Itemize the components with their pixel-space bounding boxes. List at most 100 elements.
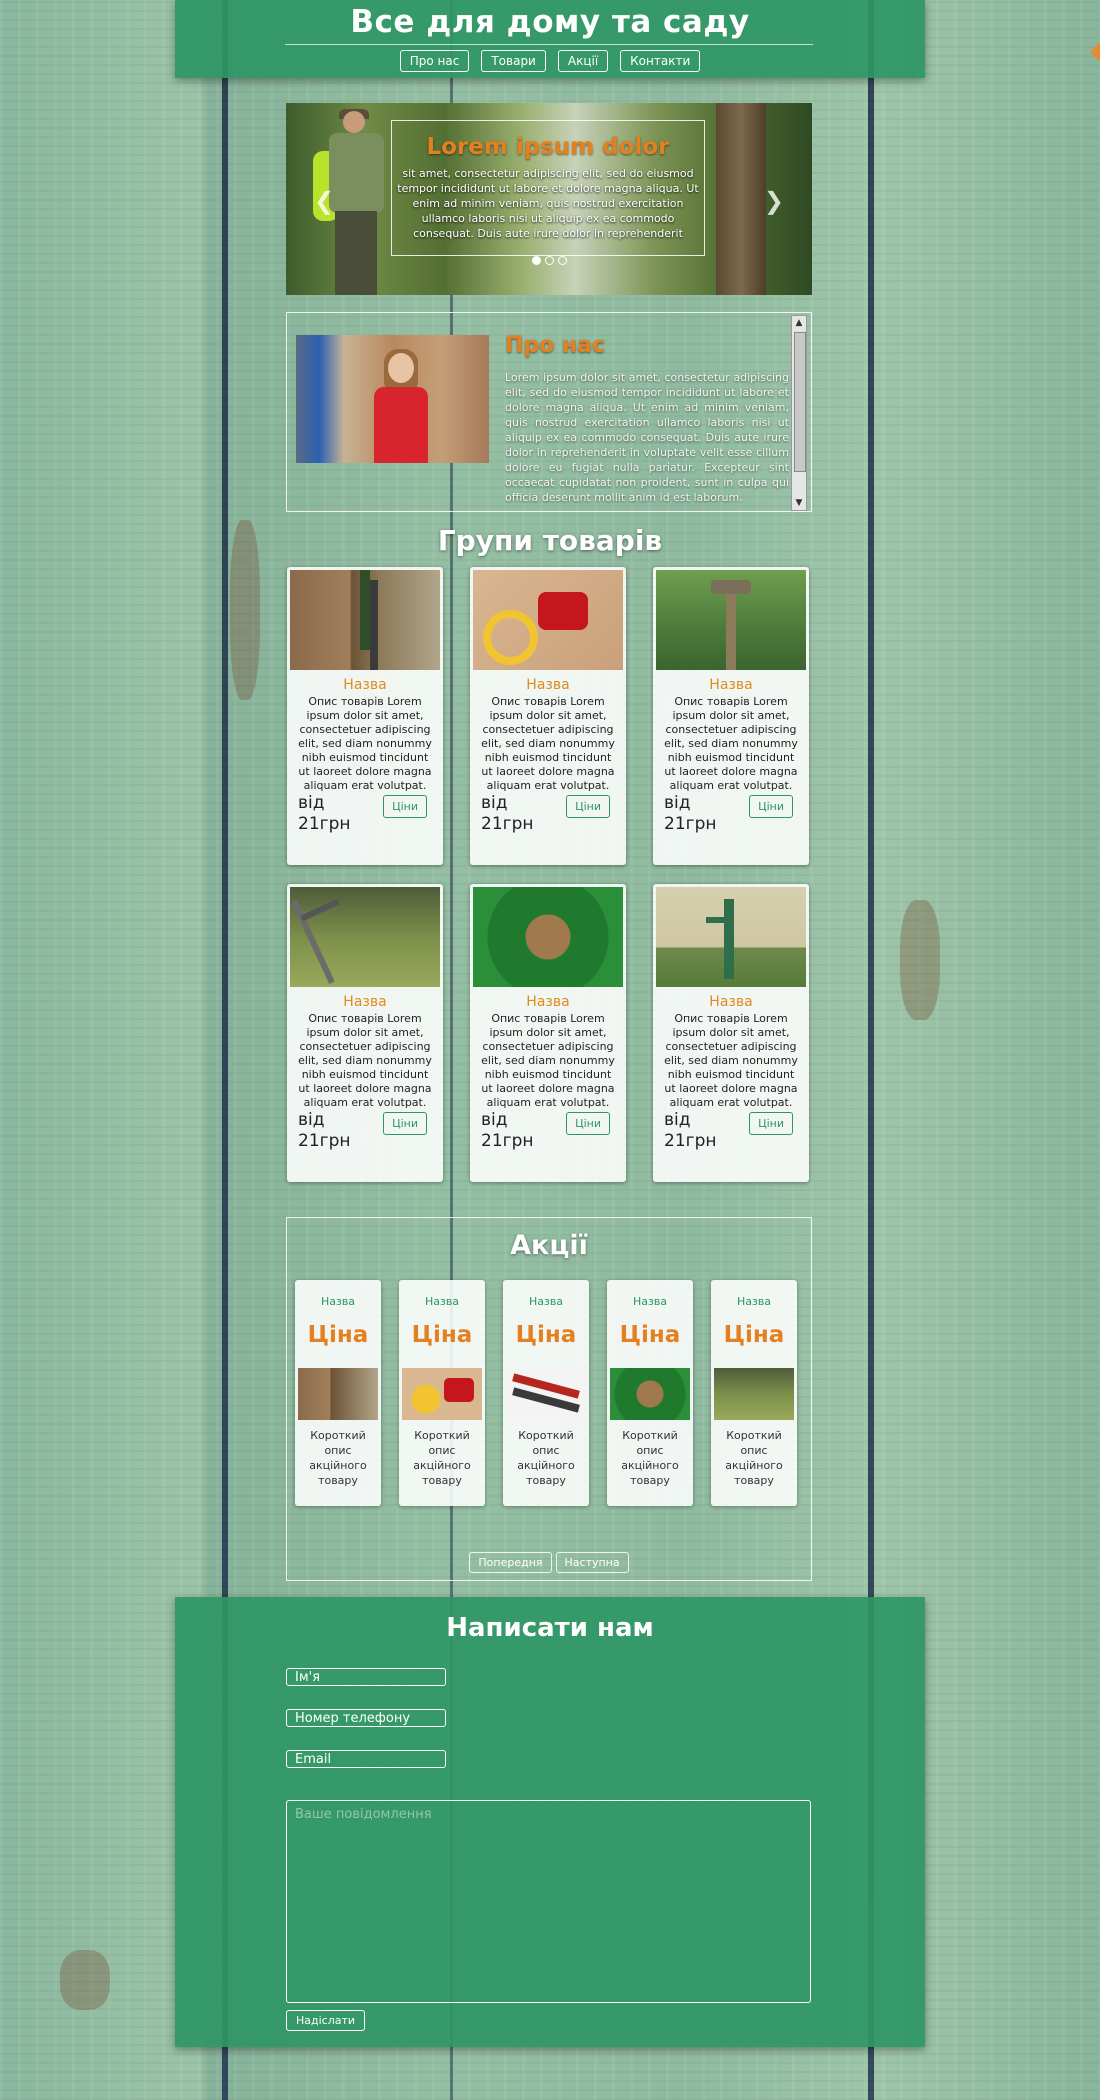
nav-promo-button[interactable]: Акції [557,50,609,72]
product-description: Опис товарів Lorem ipsum dolor sit amet,… [481,695,615,792]
promo-card[interactable]: Назва Ціна Короткий опис акційного товар… [399,1280,485,1506]
promo-description: Короткий опис акційного товару [725,1429,783,1487]
promo-card[interactable]: Назва Ціна Короткий опис акційного товар… [711,1280,797,1506]
scroll-down-icon[interactable]: ▼ [792,496,806,510]
nav-contacts-button[interactable]: Контакти [620,50,701,72]
slider-dot[interactable] [557,256,567,265]
side-arrow-icon[interactable] [1090,42,1100,62]
product-card: Назва Опис товарів Lorem ipsum dolor sit… [653,884,809,1182]
product-image [290,570,440,670]
wood-stain [900,900,940,1020]
next-button[interactable]: Наступна [555,1552,629,1573]
prices-button[interactable]: Ціни [383,795,427,818]
message-field[interactable] [286,1800,811,2003]
product-description: Опис товарів Lorem ipsum dolor sit amet,… [298,1012,432,1109]
about-photo [296,335,489,463]
promo-image [506,1368,586,1420]
product-card: Назва Опис товарів Lorem ipsum dolor sit… [287,884,443,1182]
email-field[interactable] [286,1750,446,1768]
about-heading: Про нас [505,333,606,358]
product-name: Назва [709,677,753,693]
promo-name: Назва [424,1295,460,1308]
product-name: Назва [343,994,387,1010]
product-price: від 21грн [664,793,717,834]
product-image [656,570,806,670]
products-title: Групи товарів [437,524,663,557]
slide-text: sit amet, consectetur adipiscing elit, s… [397,167,699,240]
promo-price: Ціна [723,1322,785,1348]
promo-price: Ціна [411,1322,473,1348]
scroll-thumb[interactable] [794,332,806,472]
previous-button[interactable]: Попередня [469,1552,552,1573]
promo-description: Короткий опис акційного товару [413,1429,471,1487]
product-image [290,887,440,987]
product-image [473,570,623,670]
promo-title: Акції [510,1230,588,1261]
nav-products-button[interactable]: Товари [481,50,546,72]
promo-image [610,1368,690,1420]
product-name: Назва [343,677,387,693]
slider-caption: Lorem ipsum dolor sit amet, consectetur … [391,120,705,256]
product-name: Назва [709,994,753,1010]
scroll-up-icon[interactable]: ▲ [792,316,806,330]
chevron-left-icon[interactable]: ❮ [314,187,334,215]
promo-price: Ціна [515,1322,577,1348]
send-button[interactable]: Надіслати [286,2010,366,2031]
prices-button[interactable]: Ціни [749,1112,793,1135]
product-description: Опис товарів Lorem ipsum dolor sit amet,… [664,695,798,792]
product-card: Назва Опис товарів Lorem ipsum dolor sit… [470,884,626,1182]
product-price: від 21грн [481,1110,534,1151]
prices-button[interactable]: Ціни [749,795,793,818]
slider-dots [286,256,812,265]
prices-button[interactable]: Ціни [383,1112,427,1135]
contact-section: Написати нам Надіслати [175,1597,925,2047]
product-image [473,887,623,987]
hero-slider[interactable]: Lorem ipsum dolor sit amet, consectetur … [286,103,812,295]
about-text: Lorem ipsum dolor sit amet, consectetur … [505,371,789,504]
slider-dot[interactable] [544,256,554,265]
promo-card[interactable]: Назва Ціна Короткий опис акційного товар… [503,1280,589,1506]
promo-section: Акції Назва Ціна Короткий опис акційного… [286,1217,812,1581]
product-description: Опис товарів Lorem ipsum dolor sit amet,… [481,1012,615,1109]
site-header: Все для дому та саду Про нас Товари Акці… [175,0,925,78]
product-card: Назва Опис товарів Lorem ipsum dolor sit… [470,567,626,865]
title-divider [285,44,813,45]
promo-price: Ціна [307,1322,369,1348]
promo-description: Короткий опис акційного товару [517,1429,575,1487]
product-image [656,887,806,987]
promo-description: Короткий опис акційного товару [309,1429,367,1487]
contact-title: Написати нам [446,1613,654,1643]
product-price: від 21грн [298,793,351,834]
product-price: від 21грн [298,1110,351,1151]
slider-dot[interactable] [531,256,541,265]
wood-stain [60,1950,110,2010]
promo-name: Назва [632,1295,668,1308]
promo-name: Назва [528,1295,564,1308]
slide-heading: Lorem ipsum dolor [426,134,670,160]
promo-card[interactable]: Назва Ціна Короткий опис акційного товар… [295,1280,381,1506]
promo-name: Назва [320,1295,356,1308]
product-card: Назва Опис товарів Lorem ipsum dolor sit… [287,567,443,865]
promo-image [714,1368,794,1420]
promo-description: Короткий опис акційного товару [621,1429,679,1487]
promo-name: Назва [736,1295,772,1308]
site-title: Все для дому та саду [350,4,750,40]
promo-image [298,1368,378,1420]
product-price: від 21грн [481,793,534,834]
about-scrollbar[interactable]: ▲ ▼ [791,315,807,511]
promo-card[interactable]: Назва Ціна Короткий опис акційного товар… [607,1280,693,1506]
product-description: Опис товарів Lorem ipsum dolor sit amet,… [664,1012,798,1109]
name-field[interactable] [286,1668,446,1686]
nav-about-button[interactable]: Про нас [399,50,470,72]
slider-tree-image [716,103,766,295]
prices-button[interactable]: Ціни [566,1112,610,1135]
phone-field[interactable] [286,1709,446,1727]
product-name: Назва [526,677,570,693]
about-section: Про нас Lorem ipsum dolor sit amet, cons… [286,312,812,512]
chevron-right-icon[interactable]: ❯ [764,187,784,215]
product-price: від 21грн [664,1110,717,1151]
main-nav: Про нас Товари Акції Контакти [175,50,925,72]
promo-price: Ціна [619,1322,681,1348]
prices-button[interactable]: Ціни [566,795,610,818]
product-description: Опис товарів Lorem ipsum dolor sit amet,… [298,695,432,792]
